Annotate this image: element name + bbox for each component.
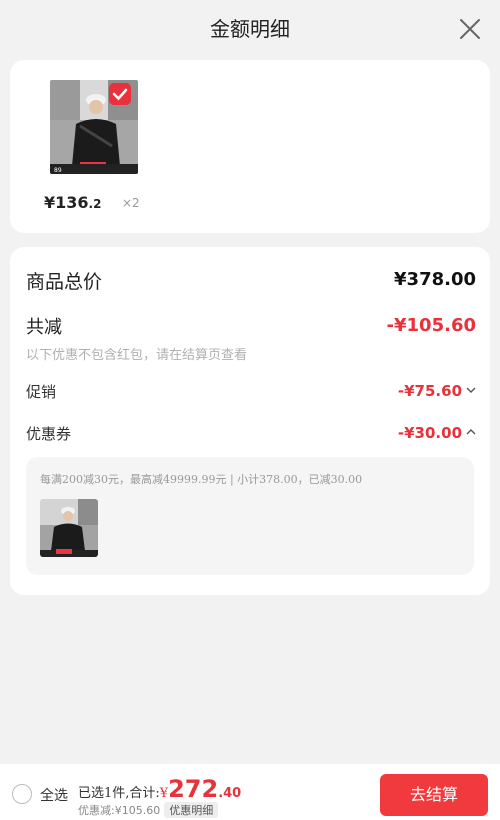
- coupon-label: 优惠券: [26, 425, 72, 443]
- product-quantity: ×2: [122, 196, 140, 210]
- svg-text:89: 89: [54, 167, 62, 174]
- saved-summary: 优惠减:¥105.60 优惠明细: [78, 802, 219, 818]
- modal-header: 金额明细: [0, 0, 500, 58]
- close-icon[interactable]: [458, 17, 482, 41]
- discount-detail-chip[interactable]: 优惠明细: [164, 802, 219, 818]
- coupon-description: 每满200减30元，最高减49999.99元 | 小计378.00，已减30.0…: [40, 473, 363, 486]
- total-summary: 已选1件,合计:¥272.40: [78, 775, 241, 803]
- chevron-down-icon[interactable]: [466, 385, 476, 395]
- total-label: 商品总价: [26, 271, 103, 293]
- product-price: ¥136.2: [44, 193, 102, 212]
- coupon-detail-box: 每满200减30元，最高减49999.99元 | 小计378.00，已减30.0…: [26, 457, 474, 575]
- coupon-product-image: [40, 499, 98, 557]
- coupon-value: -¥30.00: [397, 424, 462, 442]
- saved-text: 优惠减:¥105.60: [78, 804, 161, 817]
- summary-card: 商品总价 ¥378.00 共减 -¥105.60 以下优惠不包含红包，请在结算页…: [10, 247, 490, 595]
- selected-text: 已选1件,合计:: [78, 786, 160, 801]
- product-card: 89 ¥136.2 ×2: [10, 60, 490, 233]
- total-main: 272: [168, 775, 219, 803]
- promo-label: 促销: [26, 383, 57, 401]
- discount-note: 以下优惠不包含红包，请在结算页查看: [26, 348, 248, 363]
- checkout-bar: 全选 已选1件,合计:¥272.40 优惠减:¥105.60 优惠明细 去结算: [0, 764, 500, 820]
- discount-label: 共减: [26, 317, 62, 338]
- select-all-label[interactable]: 全选: [40, 785, 68, 805]
- total-value: ¥378.00: [394, 269, 476, 290]
- currency-symbol: ¥: [159, 786, 169, 801]
- modal-title: 金额明细: [210, 17, 290, 41]
- total-decimal: .40: [218, 786, 242, 801]
- chevron-up-icon[interactable]: [466, 427, 476, 437]
- promo-value: -¥75.60: [397, 382, 462, 400]
- check-icon[interactable]: [109, 83, 131, 105]
- checkout-button[interactable]: 去结算: [380, 774, 488, 816]
- select-all-radio-icon[interactable]: [12, 784, 32, 804]
- discount-value: -¥105.60: [386, 315, 476, 336]
